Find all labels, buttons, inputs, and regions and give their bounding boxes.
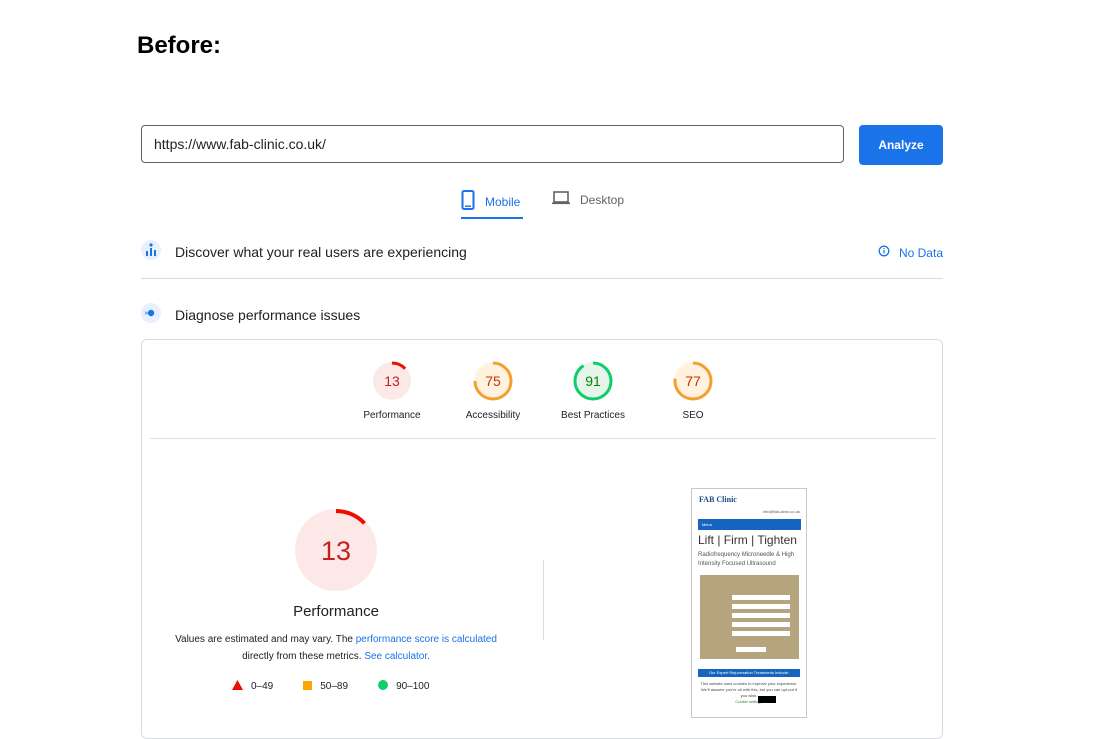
form-field [732,631,790,636]
site-cookie-notice: This website uses cookies to improve you… [698,681,800,705]
no-data-label: No Data [898,245,943,260]
legend-range: 50–89 [320,681,349,692]
svg-text:77: 77 [685,373,701,389]
url-input[interactable] [141,125,844,163]
form-submit [736,647,766,652]
gauge-ring: 77 [673,361,713,401]
gauge-ring: 91 [573,361,613,401]
performance-big-gauge: 13 [294,508,378,597]
site-hero-subtitle: Radiofrequency Microneedle & High Intens… [698,552,795,567]
form-field [732,604,790,609]
circle-icon [378,680,389,693]
tab-desktop[interactable]: Desktop [552,190,624,209]
site-banner: Our Expert Rejuvenation Treatments Inclu… [698,669,800,677]
form-field [732,595,790,600]
score-gauge-seo[interactable]: 77 SEO [653,360,733,421]
score-label: SEO [682,410,704,421]
page-screenshot-thumbnail[interactable]: FAB Clinic info@fab-clinic.co.uk Menu Li… [691,488,807,718]
form-field [732,622,790,627]
desc-text: Values are estimated and may vary. The [175,634,356,645]
svg-text:13: 13 [384,373,400,389]
page-heading: Before: [137,32,222,59]
report-card: 13 Performance 75 Accessibility 91 Best … [141,339,943,739]
lab-data-title: Diagnose performance issues [175,307,361,323]
mobile-phone-icon [461,190,475,213]
cookie-accept-button [758,696,776,703]
site-logo: FAB Clinic [699,495,737,504]
site-hero-title: Lift | Firm | Tighten [698,533,797,547]
score-gauge-accessibility[interactable]: 75 Accessibility [453,360,533,421]
performance-description: Values are estimated and may vary. The p… [166,631,506,665]
diagnose-icon [141,302,161,328]
analyze-button[interactable]: Analyze [859,125,943,165]
no-data-link[interactable]: No Data [878,245,943,260]
card-divider [150,438,936,439]
legend-pass: 90–100 [378,680,429,693]
tab-mobile-label: Mobile [485,194,521,209]
score-label: Best Practices [561,410,625,421]
desc-text: directly from these metrics. [242,651,365,662]
square-icon [303,680,313,693]
triangle-icon [232,680,243,693]
legend-fail: 0–49 [232,680,273,693]
legend-range: 0–49 [251,681,274,692]
lab-data-section: Diagnose performance issues [141,302,943,328]
svg-text:75: 75 [485,373,501,389]
legend-average: 50–89 [303,680,349,693]
score-gauge-performance[interactable]: 13 Performance [352,360,432,421]
site-contact-form [700,575,799,659]
svg-text:91: 91 [585,373,601,389]
score-label: Accessibility [465,410,521,421]
tab-mobile[interactable]: Mobile [461,190,520,213]
field-data-title: Discover what your real users are experi… [175,244,467,260]
laptop-icon [552,190,570,209]
gauge-ring: 13 [372,361,412,401]
tab-desktop-label: Desktop [580,192,625,207]
form-field [732,613,790,618]
score-legend: 0–49 50–89 90–100 [232,680,459,693]
score-gauge-best-practices[interactable]: 91 Best Practices [553,360,633,421]
section-divider [141,278,943,279]
active-tab-indicator [461,217,523,219]
site-contact: info@fab-clinic.co.uk [763,509,800,514]
legend-range: 90–100 [396,681,430,692]
field-data-section: Discover what your real users are experi… [141,239,943,265]
svg-text:13: 13 [321,536,351,566]
site-menu-bar: Menu [698,519,801,530]
cookie-text: This website uses cookies to improve you… [700,681,798,698]
see-calculator-link[interactable]: See calculator. [364,651,430,662]
info-icon [878,245,890,260]
users-chart-icon [141,239,161,265]
gauge-ring: 75 [473,361,513,401]
score-label: Performance [363,410,421,421]
performance-title: Performance [293,603,379,620]
score-calculated-link[interactable]: performance score is calculated [356,634,497,645]
vertical-divider [543,560,544,640]
